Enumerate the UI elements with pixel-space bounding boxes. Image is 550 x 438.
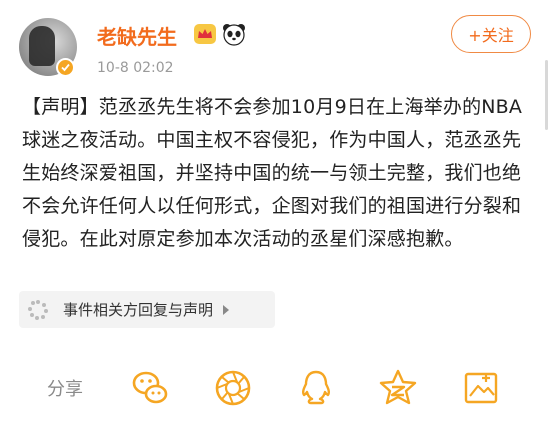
verified-badge-icon	[56, 58, 75, 77]
related-statement-label: 事件相关方回复与声明	[63, 301, 214, 319]
follow-button[interactable]: +关注	[451, 15, 531, 53]
chevron-right-icon	[223, 304, 230, 315]
qzone-icon[interactable]	[378, 368, 418, 408]
moments-icon[interactable]	[213, 368, 253, 408]
qq-icon[interactable]	[296, 368, 336, 408]
share-label: 分享	[47, 379, 83, 400]
avatar-figure	[29, 26, 55, 66]
scrollbar[interactable]	[545, 60, 548, 130]
crown-badge-icon	[194, 24, 216, 44]
related-statement-link[interactable]: 事件相关方回复与声明	[19, 291, 275, 328]
wechat-icon[interactable]	[130, 368, 170, 408]
loading-dots-icon	[28, 299, 48, 320]
username[interactable]: 老缺先生	[97, 21, 177, 50]
image-share-icon[interactable]	[461, 368, 501, 408]
follow-label: +关注	[468, 26, 514, 45]
post-timestamp: 10-8 02:02	[97, 60, 174, 76]
post-content: 【声明】范丞丞先生将不会参加10月9日在上海举办的NBA球迷之夜活动。中国主权不…	[22, 96, 523, 250]
panda-badge-icon	[222, 22, 246, 46]
